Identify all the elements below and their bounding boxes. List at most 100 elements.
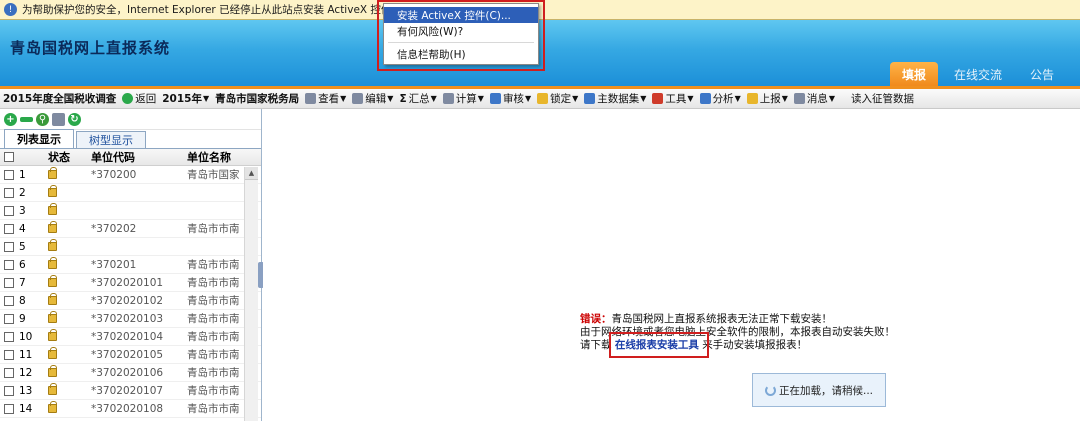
row-checkbox[interactable] — [4, 331, 14, 342]
bar-chart-icon — [699, 93, 711, 104]
vertical-scrollbar[interactable]: ▲ — [244, 167, 258, 421]
unit-code: *3702020106 — [91, 366, 164, 379]
row-checkbox[interactable] — [4, 205, 14, 216]
lock-icon — [48, 203, 57, 215]
main-content — [263, 109, 1080, 421]
lock-icon — [48, 329, 57, 341]
document-icon[interactable] — [52, 112, 65, 126]
table-row[interactable]: 1 *370200 青岛市国家 — [0, 166, 261, 184]
refresh-icon[interactable]: ↻ — [68, 112, 81, 126]
dataset-menu[interactable]: 主数据集 ▼ — [584, 91, 646, 106]
col-status: 状态 — [48, 151, 70, 164]
dataset-icon — [584, 93, 596, 104]
table-row[interactable]: 12 *3702020106 青岛市市南 — [0, 364, 261, 382]
select-all-checkbox[interactable] — [4, 152, 14, 162]
row-number: 5 — [19, 240, 26, 253]
view-menu[interactable]: 查看 ▼ — [305, 91, 346, 106]
tab-list-view[interactable]: 列表显示 — [4, 129, 74, 148]
audit-menu[interactable]: 审核 ▼ — [489, 91, 531, 106]
row-checkbox[interactable] — [4, 187, 14, 198]
row-checkbox[interactable] — [4, 295, 14, 306]
unit-code: *3702020101 — [91, 276, 164, 289]
scroll-up-icon[interactable]: ▲ — [245, 167, 258, 180]
tab-announcement[interactable]: 公告 — [1018, 62, 1066, 86]
row-checkbox[interactable] — [4, 277, 14, 288]
table-row[interactable]: 11 *3702020105 青岛市市南 — [0, 346, 261, 364]
minus-icon[interactable] — [20, 116, 33, 122]
upload-icon — [746, 93, 758, 104]
row-number: 3 — [19, 204, 26, 217]
row-checkbox[interactable] — [4, 241, 14, 252]
table-row[interactable]: 13 *3702020107 青岛市市南 — [0, 382, 261, 400]
unit-code: *370202 — [91, 222, 137, 235]
table-row[interactable]: 7 *3702020101 青岛市市南 — [0, 274, 261, 292]
sigma-icon: Σ — [399, 92, 407, 105]
tab-fill-report[interactable]: 填报 — [889, 62, 938, 86]
add-icon[interactable]: + — [4, 112, 17, 126]
lock-icon — [48, 311, 57, 323]
error-line-1: 青岛国税网上直报系统报表无法正常下载安装！ — [611, 313, 833, 325]
error-label: 错误： — [580, 313, 612, 325]
survey-title: 2015年度全国税收调查 — [3, 93, 117, 105]
unit-code: *3702020107 — [91, 384, 164, 397]
table-row[interactable]: 3 — [0, 202, 261, 220]
audit-icon — [489, 93, 501, 104]
row-number: 4 — [19, 222, 26, 235]
calculator-icon — [442, 93, 454, 104]
back-icon — [122, 93, 134, 104]
link-highlight-box — [609, 332, 709, 358]
upload-menu[interactable]: 上报 ▼ — [746, 91, 788, 106]
year-select[interactable]: 2015年 ▼ — [162, 91, 209, 106]
tab-tree-view[interactable]: 树型显示 — [76, 131, 146, 148]
unit-name: 青岛市国家 — [187, 169, 240, 181]
lock-icon — [48, 347, 57, 359]
lock-icon — [48, 383, 57, 395]
table-row[interactable]: 9 *3702020103 青岛市市南 — [0, 310, 261, 328]
table-row[interactable]: 5 — [0, 238, 261, 256]
row-checkbox[interactable] — [4, 169, 14, 180]
table-row[interactable]: 4 *370202 青岛市市南 — [0, 220, 261, 238]
tools-icon — [652, 93, 664, 104]
message-menu[interactable]: 消息 ▼ — [793, 91, 835, 106]
tab-online-chat[interactable]: 在线交流 — [942, 62, 1014, 86]
row-number: 10 — [19, 330, 33, 343]
row-checkbox[interactable] — [4, 313, 14, 324]
row-number: 11 — [19, 348, 33, 361]
search-icon[interactable]: ⚲ — [36, 112, 49, 126]
summary-menu[interactable]: Σ 汇总 ▼ — [399, 91, 436, 106]
row-checkbox[interactable] — [4, 223, 14, 234]
table-row[interactable]: 10 *3702020104 青岛市市南 — [0, 328, 261, 346]
lock-menu[interactable]: 锁定 ▼ — [537, 91, 578, 106]
unit-name: 青岛市市南 — [187, 259, 240, 271]
unit-code: *370200 — [91, 168, 137, 181]
back-button[interactable]: 返回 — [122, 91, 156, 106]
table-row[interactable]: 6 *370201 青岛市市南 — [0, 256, 261, 274]
unit-code: *370201 — [91, 258, 137, 271]
tools-menu[interactable]: 工具 ▼ — [652, 91, 694, 106]
caret-down-icon: ▼ — [202, 94, 210, 103]
calc-menu[interactable]: 计算 ▼ — [442, 91, 484, 106]
main-toolbar: 2015年度全国税收调查 返回 2015年 ▼ 青岛市国家税务局 查看 ▼ 编辑 ▼ … — [0, 89, 1080, 109]
row-checkbox[interactable] — [4, 403, 14, 414]
unit-name: 青岛市市南 — [187, 331, 240, 343]
lock-icon — [48, 275, 57, 287]
envelope-icon — [793, 93, 805, 104]
unit-rows: 1 *370200 青岛市国家 2 3 4 *370202 青岛市市南 5 6 *370201 青岛市… — [0, 166, 261, 418]
row-number: 9 — [19, 312, 26, 325]
row-checkbox[interactable] — [4, 259, 14, 270]
table-header: 状态 单位代码 单位名称 — [0, 149, 261, 166]
table-row[interactable]: 8 *3702020102 青岛市市南 — [0, 292, 261, 310]
table-row[interactable]: 2 — [0, 184, 261, 202]
unit-name: 青岛市市南 — [187, 385, 240, 397]
import-data-button[interactable]: 读入征管数据 — [851, 91, 914, 106]
panel-tabs: 列表显示 树型显示 — [0, 129, 261, 149]
row-number: 8 — [19, 294, 26, 307]
row-checkbox[interactable] — [4, 385, 14, 396]
edit-menu[interactable]: 编辑 ▼ — [352, 91, 393, 106]
col-unit-name: 单位名称 — [187, 151, 231, 164]
row-checkbox[interactable] — [4, 349, 14, 360]
table-row[interactable]: 14 *3702020108 青岛市市南 — [0, 400, 261, 418]
row-number: 12 — [19, 366, 33, 379]
row-checkbox[interactable] — [4, 367, 14, 378]
analysis-menu[interactable]: 分析 ▼ — [699, 91, 741, 106]
